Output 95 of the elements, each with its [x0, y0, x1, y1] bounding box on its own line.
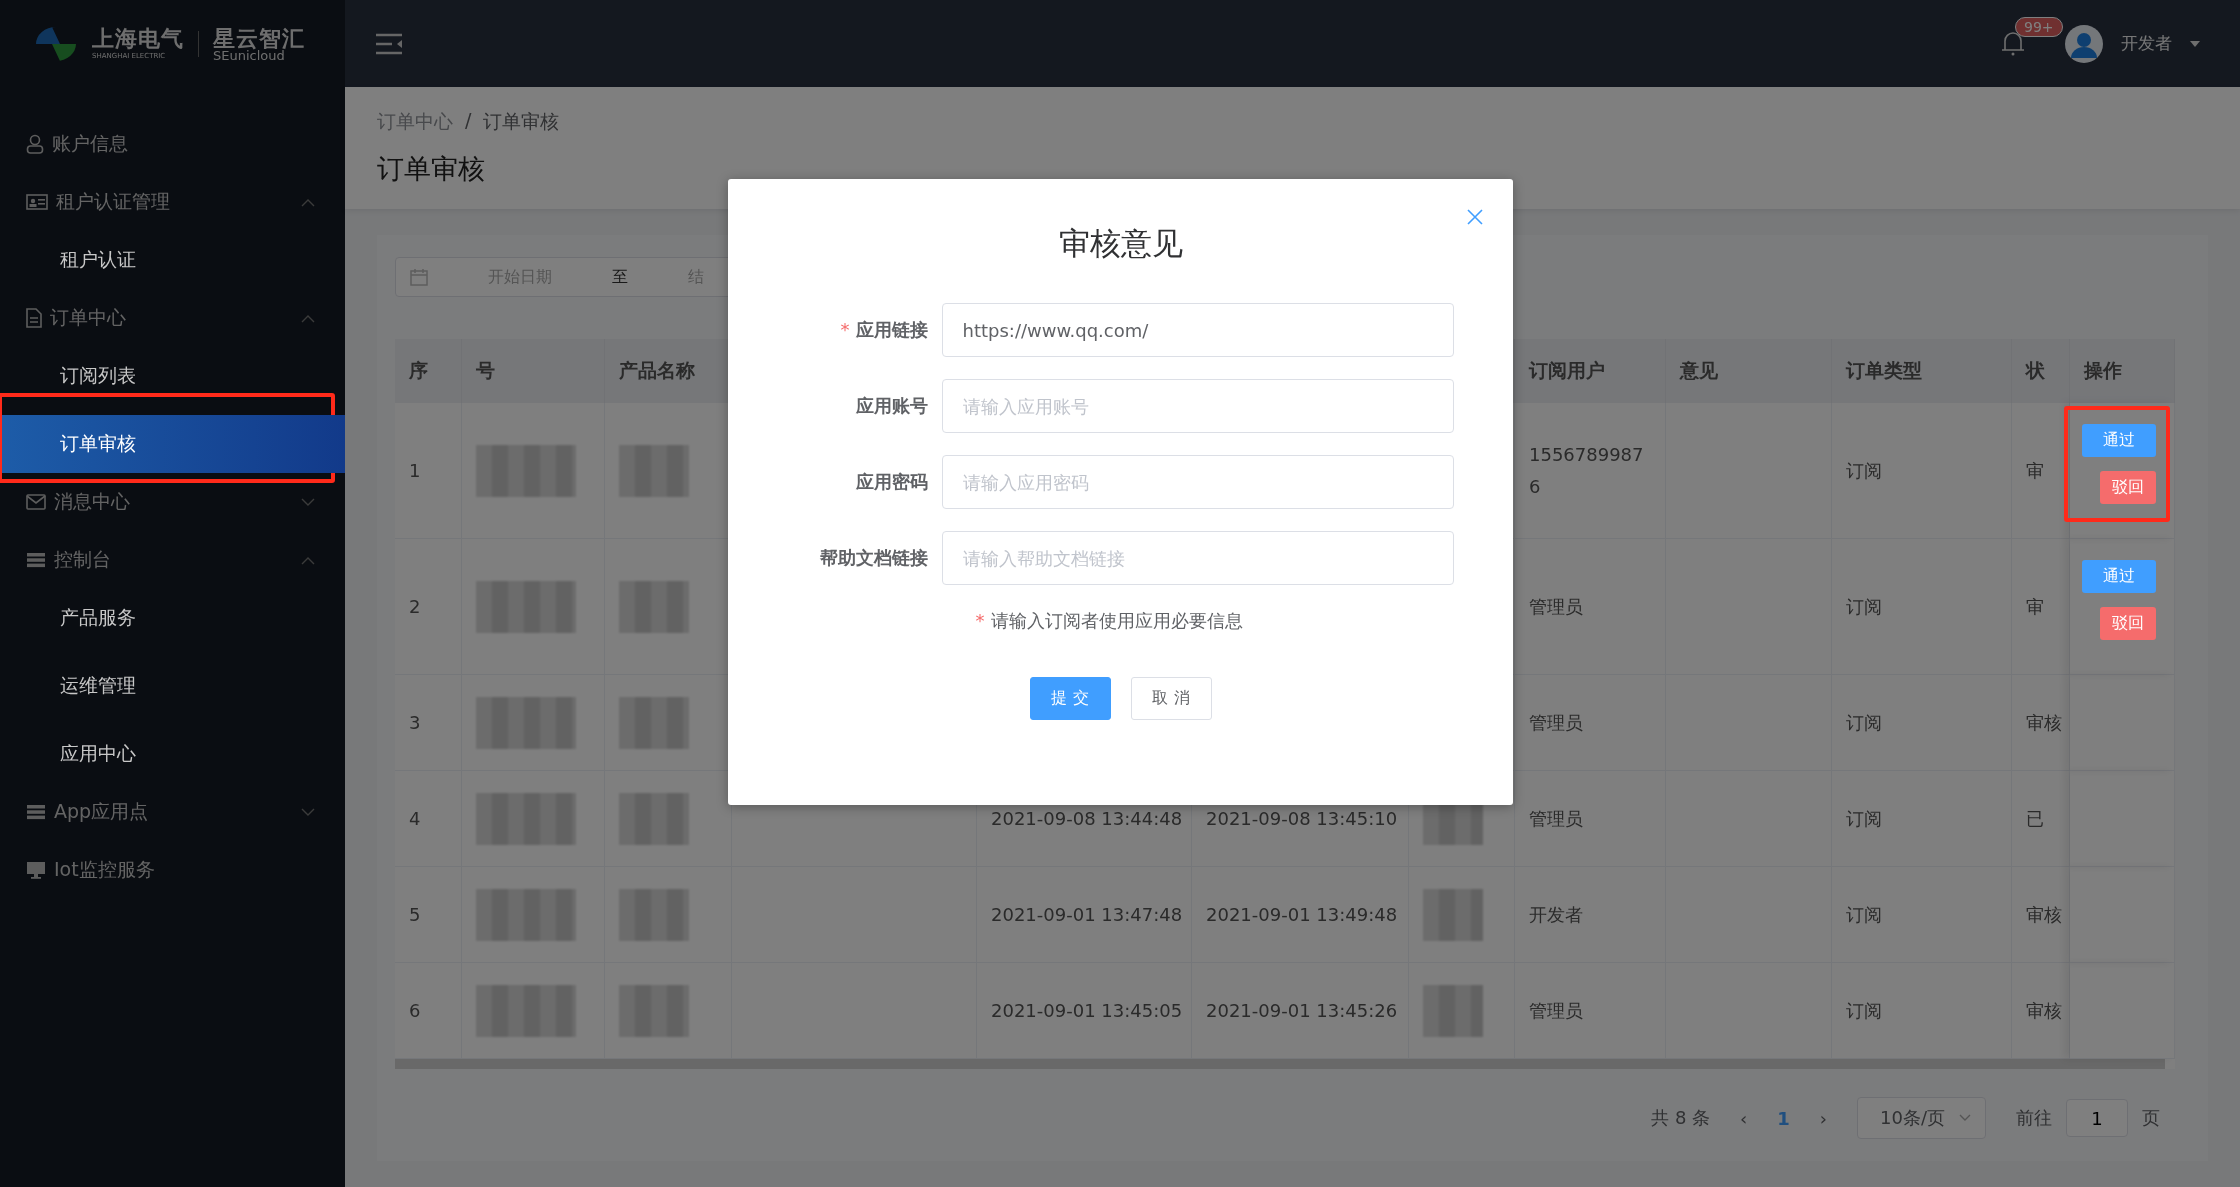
chevron-icon — [1959, 1114, 1971, 1122]
sidebar-item[interactable]: 控制台 — [0, 531, 345, 589]
column-header: 订单类型 — [1832, 339, 2012, 403]
table-cell: 订阅 — [1832, 403, 2012, 539]
text-field[interactable]: 请输入帮助文档链接 — [941, 531, 1454, 585]
table-cell: 5 — [395, 867, 462, 963]
table-cell: 审 — [2012, 539, 2070, 675]
logo-icon — [34, 24, 78, 63]
sidebar-item[interactable]: 运维管理 — [2, 657, 345, 715]
redacted-block — [1423, 888, 1483, 941]
user-icon — [26, 134, 44, 154]
approve-button[interactable]: 通过 — [2082, 559, 2156, 593]
server-icon — [26, 804, 46, 820]
sidebar-item[interactable]: 产品服务 — [2, 589, 345, 647]
column-header: 订阅用户 — [1515, 339, 1666, 403]
text-field[interactable]: 请输入应用密码 — [941, 455, 1454, 509]
redacted-block — [619, 696, 689, 749]
dialog-title: 审核意见 — [1058, 224, 1183, 263]
table-cell: 1 — [395, 403, 462, 539]
next-page-button[interactable]: › — [1819, 1107, 1828, 1129]
field-label: 应用密码 — [854, 470, 928, 494]
table-cell: 已 — [2012, 771, 2070, 867]
company-name: 上海电气 — [92, 26, 184, 51]
menu-fold-icon[interactable] — [375, 32, 403, 55]
calendar-icon — [410, 268, 428, 286]
sidebar-item[interactable]: App应用点 — [0, 783, 345, 841]
reject-button[interactable]: 驳回 — [2100, 606, 2156, 640]
table-cell: 订阅 — [1832, 539, 2012, 675]
page-size-select[interactable]: 10条/页 — [1857, 1097, 1986, 1139]
monitor-icon — [26, 861, 46, 879]
redacted-block — [619, 888, 689, 941]
document-icon — [26, 308, 42, 328]
breadcrumb-link[interactable]: 订单审核 — [483, 109, 560, 135]
table-cell: 4 — [395, 771, 462, 867]
field-label: 应用账号 — [854, 394, 928, 418]
table-cell: 管理员 — [1515, 771, 1666, 867]
text-field[interactable]: 请输入应用账号 — [941, 379, 1454, 433]
column-header: 状 — [2012, 339, 2070, 403]
sidebar-item[interactable]: 账户信息 — [0, 115, 345, 173]
redacted-block — [619, 792, 689, 845]
table-cell: 开发者 — [1515, 867, 1666, 963]
table-cell: 审核 — [2012, 675, 2070, 771]
table-cell: 1556789987 6 — [1515, 403, 1666, 539]
cancel-button[interactable]: 取 消 — [1130, 677, 1212, 720]
approve-button[interactable]: 通过 — [2082, 423, 2156, 457]
page-number[interactable]: 1 — [1777, 1107, 1790, 1129]
field-label: 帮助文档链接 — [818, 546, 928, 570]
table-cell: 审核 — [2012, 867, 2070, 963]
sidebar-item[interactable]: 租户认证管理 — [0, 173, 345, 231]
table-cell: 2021-09-01 13:49:48 — [1192, 867, 1409, 963]
redacted-block — [619, 444, 689, 497]
text-field[interactable]: https://www.qq.com/ — [941, 303, 1454, 357]
goto-suffix: 页 — [2142, 1106, 2160, 1130]
table-cell: 审 — [2012, 403, 2070, 539]
redacted-block — [1423, 984, 1483, 1037]
notification-badge: 99+ — [2015, 16, 2063, 37]
submit-button[interactable]: 提 交 — [1029, 677, 1111, 720]
sidebar-item[interactable]: 租户认证 — [2, 231, 345, 289]
table-cell: 订阅 — [1832, 867, 2012, 963]
caret-icon — [2190, 40, 2200, 47]
table-cell: 订阅 — [1832, 675, 2012, 771]
column-header: 意见 — [1666, 339, 1832, 403]
table-cell: 管理员 — [1515, 675, 1666, 771]
field-label: * 应用链接 — [839, 318, 928, 342]
scrollbar[interactable] — [395, 1059, 2165, 1069]
column-header: 序 — [395, 339, 462, 403]
sidebar-item[interactable]: 订单审核 — [2, 415, 345, 473]
id-card-icon — [26, 194, 48, 210]
goto-label: 前往 — [2016, 1106, 2052, 1130]
redacted-block — [619, 580, 689, 633]
user-name[interactable]: 开发者 — [2121, 32, 2172, 55]
server-icon — [26, 552, 46, 568]
sidebar-item[interactable]: 订阅列表 — [2, 347, 345, 405]
sidebar-item[interactable]: Iot监控服务 — [0, 841, 345, 899]
table-cell: 管理员 — [1515, 539, 1666, 675]
redacted-block — [619, 984, 689, 1037]
table-cell: 订阅 — [1832, 771, 2012, 867]
goto-page-field[interactable]: 1 — [2066, 1099, 2128, 1137]
mail-icon — [26, 494, 46, 510]
hint-text: * 请输入订阅者使用应用必要信息 — [975, 609, 1244, 633]
page-title: 订单审核 — [377, 152, 486, 186]
table-cell: 3 — [395, 675, 462, 771]
reject-button[interactable]: 驳回 — [2100, 470, 2156, 504]
breadcrumb-separator: / — [465, 109, 472, 133]
product-name-en: SEunicloud — [213, 50, 286, 61]
total-count: 共 8 条 — [1651, 1106, 1711, 1130]
close-icon[interactable] — [1467, 209, 1483, 225]
table-cell: 2021-09-01 13:47:48 — [977, 867, 1192, 963]
table-cell: 2 — [395, 539, 462, 675]
sidebar-item[interactable]: 订单中心 — [0, 289, 345, 347]
column-header: 号 — [462, 339, 605, 403]
avatar-icon[interactable] — [2065, 24, 2103, 63]
sidebar-item[interactable]: 应用中心 — [2, 725, 345, 783]
column-header: 操作 — [2070, 339, 2175, 403]
prev-page-button[interactable]: ‹ — [1740, 1107, 1748, 1129]
